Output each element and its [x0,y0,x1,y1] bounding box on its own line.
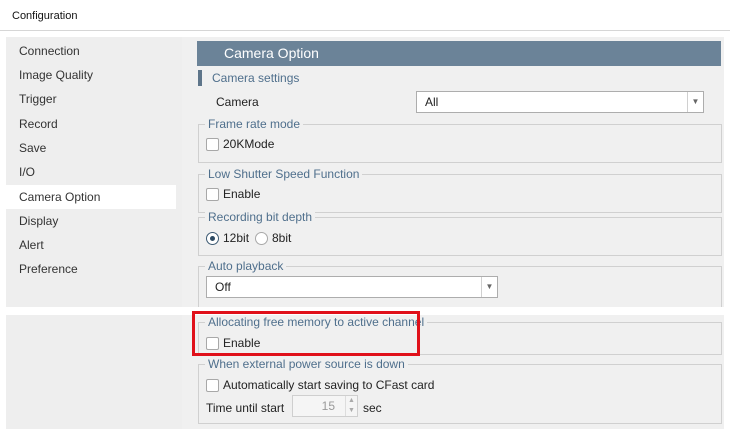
camera-label: Camera [216,95,259,109]
time-unit-label: sec [363,401,382,415]
time-until-start-value: 15 [321,399,335,413]
sidebar-item-io[interactable]: I/O [6,160,176,184]
low-shutter-enable-checkbox[interactable]: Enable [206,187,260,201]
time-until-start-label: Time until start [206,401,285,415]
12bit-radio[interactable]: 12bit [206,231,249,245]
auto-playback-group: Auto playback Off ▼ [198,259,722,307]
20kmode-label: 20KMode [223,137,275,151]
page-title: Camera Option [197,41,721,66]
content-area: Camera Option Camera settings Camera All… [182,37,724,307]
checkbox-box [206,378,219,392]
bit-depth-group: Recording bit depth 12bit 8bit [198,210,722,256]
auto-playback-select[interactable]: Off ▼ [206,276,498,298]
sidebar-item-alert[interactable]: Alert [6,233,176,257]
frame-rate-mode-group: Frame rate mode 20KMode [198,117,722,163]
title-bar: Configuration [0,0,730,31]
window-title: Configuration [12,10,78,22]
sidebar-item-connection[interactable]: Connection [6,39,176,63]
low-shutter-enable-label: Enable [223,187,261,201]
camera-select-value: All [425,95,439,109]
sidebar-item-record[interactable]: Record [6,112,176,136]
8bit-label: 8bit [272,231,292,245]
highlight-box [192,311,420,356]
section-camera-settings: Camera settings [198,70,299,86]
sidebar-item-image-quality[interactable]: Image Quality [6,63,176,87]
sidebar-item-save[interactable]: Save [6,136,176,160]
power-down-group: When external power source is down Autom… [198,357,722,424]
stepper-arrows-icon[interactable]: ▲ ▼ [345,396,357,416]
sidebar-item-preference[interactable]: Preference [6,257,176,281]
auto-playback-legend: Auto playback [205,259,287,273]
chevron-down-icon: ▼ [687,92,703,112]
auto-playback-value: Off [215,280,231,294]
low-shutter-group: Low Shutter Speed Function Enable [198,167,722,213]
sidebar-item-camera-option[interactable]: Camera Option [6,185,176,209]
chevron-down-icon: ▼ [481,277,497,297]
12bit-label: 12bit [223,231,250,245]
auto-save-cfast-label: Automatically start saving to CFast card [223,378,435,392]
sidebar-lower [6,315,182,429]
sidebar-item-display[interactable]: Display [6,209,176,233]
20kmode-checkbox[interactable]: 20KMode [206,137,274,151]
low-shutter-legend: Low Shutter Speed Function [205,167,363,181]
checkbox-box [206,137,219,151]
checkbox-box [206,187,219,201]
time-until-start-stepper[interactable]: 15 ▲ ▼ [292,395,358,417]
radio-unselected-icon [255,231,268,245]
camera-select[interactable]: All ▼ [416,91,704,113]
frame-rate-mode-legend: Frame rate mode [205,117,304,131]
config-panel-top: Connection Image Quality Trigger Record … [6,37,724,307]
radio-selected-icon [206,231,219,245]
bit-depth-legend: Recording bit depth [205,210,316,224]
sidebar: Connection Image Quality Trigger Record … [6,37,182,307]
sidebar-item-trigger[interactable]: Trigger [6,87,176,111]
auto-save-cfast-checkbox[interactable]: Automatically start saving to CFast card [206,378,434,392]
8bit-radio[interactable]: 8bit [255,231,291,245]
power-down-legend: When external power source is down [205,357,408,371]
